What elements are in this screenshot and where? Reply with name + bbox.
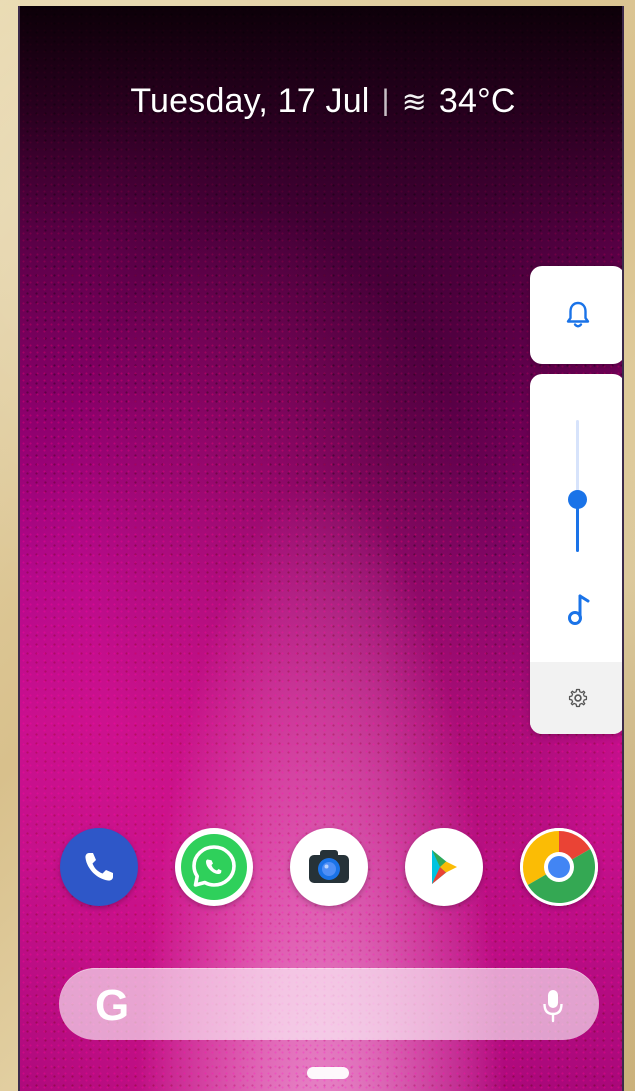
camera-app[interactable] [290,828,368,906]
weather-icon[interactable]: ≋ [402,85,427,120]
home-gesture-handle[interactable] [307,1067,349,1079]
chrome-app[interactable] [520,828,598,906]
bell-icon [566,301,589,328]
chrome-icon [520,828,598,906]
app-dock [20,828,622,928]
phone-app[interactable] [60,828,138,906]
ringer-mode-button[interactable] [530,266,622,364]
temperature-text[interactable]: 34°C [439,82,516,121]
google-logo[interactable]: G [95,981,129,1031]
separator: | [381,83,390,117]
phone-icon [85,853,113,881]
volume-slider-track[interactable] [576,420,579,552]
gear-icon[interactable] [567,687,589,709]
camera-icon [309,850,349,883]
volume-panel [530,374,622,734]
home-screen: Tuesday, 17 Jul | ≋ 34°C G [18,6,624,1091]
volume-settings-area[interactable] [530,662,622,734]
date-text[interactable]: Tuesday, 17 Jul [130,82,369,121]
date-weather-bar: Tuesday, 17 Jul | ≋ 34°C [20,82,622,121]
whatsapp-icon [181,834,247,900]
music-note-icon[interactable] [564,592,594,628]
volume-slider-thumb[interactable] [568,490,587,509]
whatsapp-app[interactable] [175,828,253,906]
google-search-bar[interactable]: G [59,968,599,1040]
play-store-app[interactable] [405,828,483,906]
play-store-icon [432,850,457,884]
microphone-icon[interactable] [541,988,565,1024]
